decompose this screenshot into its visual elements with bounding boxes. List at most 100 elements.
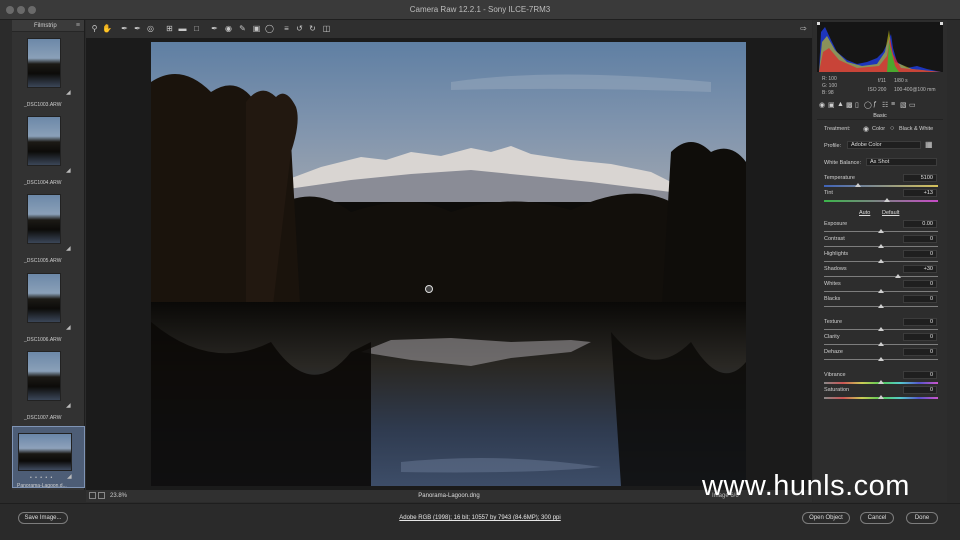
slider-value-field[interactable]: 0 bbox=[903, 333, 937, 341]
filmstrip-menu-icon[interactable]: ≡ bbox=[76, 22, 80, 29]
slider-value-field[interactable]: 0 bbox=[903, 280, 937, 288]
slider-label: Exposure bbox=[824, 221, 848, 227]
rotate-left-icon[interactable]: ↺ bbox=[295, 24, 304, 33]
red-eye-icon[interactable]: ◉ bbox=[224, 24, 233, 33]
tone-curve-tab-icon[interactable]: ▣ bbox=[828, 101, 835, 109]
filmstrip-item[interactable]: ◢ _DSC1007.ARW bbox=[12, 347, 85, 425]
crop-tool-icon[interactable]: ⊞ bbox=[165, 24, 174, 33]
zoom-tool-icon[interactable]: ⚲ bbox=[90, 24, 99, 33]
trash-icon[interactable]: ◫ bbox=[322, 24, 331, 33]
radial-filter-icon[interactable]: ◯ bbox=[265, 24, 274, 33]
profile-select[interactable]: Adobe Color bbox=[847, 141, 921, 149]
filmstrip-item[interactable]: ◢ _DSC1003.ARW bbox=[12, 34, 85, 112]
edited-badge-icon: ◢ bbox=[66, 403, 71, 409]
profile-browser-icon[interactable]: ▦ bbox=[925, 140, 933, 149]
color-sampler-icon[interactable]: ✒ bbox=[133, 24, 142, 33]
rotate-right-icon[interactable]: ↻ bbox=[308, 24, 317, 33]
preferences-icon[interactable]: ≡ bbox=[282, 24, 291, 33]
histogram bbox=[817, 22, 943, 72]
white-balance-select[interactable]: As Shot bbox=[866, 158, 937, 166]
slider-handle[interactable] bbox=[895, 274, 902, 278]
lens-tab-icon[interactable]: ◯ bbox=[864, 101, 872, 109]
slider-value-field[interactable]: 0 bbox=[903, 348, 937, 356]
slider-handle[interactable] bbox=[878, 342, 884, 346]
slider-value-field[interactable]: 0 bbox=[903, 386, 937, 394]
slider-handle[interactable] bbox=[878, 395, 884, 399]
slider-handle[interactable] bbox=[878, 244, 884, 248]
star-rating[interactable]: • • • • • bbox=[30, 475, 53, 481]
basic-tab-icon[interactable]: ◉ bbox=[819, 101, 825, 109]
slider-value-field[interactable]: 0 bbox=[903, 371, 937, 379]
slider-label: Dehaze bbox=[824, 349, 843, 355]
slider-label: Highlights bbox=[824, 251, 849, 257]
slider-handle[interactable] bbox=[855, 183, 862, 187]
slider-value-field[interactable]: +13 bbox=[903, 189, 937, 197]
spot-removal-icon[interactable]: ✒ bbox=[210, 24, 219, 33]
treatment-bw-label[interactable]: Black & White bbox=[899, 126, 933, 132]
white-balance-tool-icon[interactable]: ✒ bbox=[120, 24, 129, 33]
detail-tab-icon[interactable]: ▲ bbox=[837, 101, 844, 108]
slider-handle[interactable] bbox=[878, 380, 884, 384]
adjustment-panel: R: 100 G: 100 B: 98 f/11 1/80 s ISO 200 … bbox=[813, 20, 947, 502]
blue-value: B: 98 bbox=[822, 90, 834, 96]
cancel-button[interactable]: Cancel bbox=[860, 512, 894, 524]
slider-value-field[interactable]: 5100 bbox=[903, 174, 937, 182]
transform-tool-icon[interactable]: □ bbox=[192, 24, 201, 33]
radio-bw-icon[interactable]: ○ bbox=[890, 125, 894, 132]
auto-link[interactable]: Auto bbox=[859, 210, 870, 216]
open-object-button[interactable]: Open Object bbox=[802, 512, 850, 524]
histogram-graph bbox=[817, 22, 943, 72]
slider-value-field[interactable]: +30 bbox=[903, 265, 937, 273]
slider-handle[interactable] bbox=[878, 304, 884, 308]
filmstrip-panel: Filmstrip ≡ ◢ _DSC1003.ARW ◢ _DSC1004.AR… bbox=[12, 20, 85, 490]
filmstrip-title: Filmstrip bbox=[34, 23, 57, 29]
slider-track[interactable] bbox=[824, 276, 938, 277]
graduated-filter-icon[interactable]: ▣ bbox=[252, 24, 261, 33]
calibration-tab-icon[interactable]: ☷ bbox=[882, 101, 888, 109]
filmstrip-item[interactable]: ◢ _DSC1006.ARW bbox=[12, 269, 85, 347]
slider-handle[interactable] bbox=[878, 327, 884, 331]
thumbnail-label: _DSC1004.ARW bbox=[24, 180, 62, 186]
adjustment-brush-icon[interactable]: ✎ bbox=[238, 24, 247, 33]
slider-track[interactable] bbox=[824, 200, 938, 202]
tool-bar: ⚲ ✋ ✒ ✒ ◎ ⊞ ▬ □ ✒ ◉ ✎ ▣ ◯ ≡ ↺ ↻ ◫ ⇨ bbox=[86, 20, 812, 38]
slider-label: Tint bbox=[824, 190, 833, 196]
slider-label: Whites bbox=[824, 281, 841, 287]
snapshots-tab-icon[interactable]: ▧ bbox=[900, 101, 907, 109]
straighten-tool-icon[interactable]: ▬ bbox=[178, 24, 187, 33]
crosshair-cursor-icon bbox=[425, 285, 433, 293]
presets-tab-icon[interactable]: ≡ bbox=[891, 101, 895, 108]
edited-badge-icon: ◢ bbox=[66, 246, 71, 252]
default-link[interactable]: Default bbox=[882, 210, 899, 216]
watermark: www.hunls.com bbox=[702, 470, 910, 502]
slider-track[interactable] bbox=[824, 185, 938, 187]
targeted-adjust-icon[interactable]: ◎ bbox=[146, 24, 155, 33]
filmstrip-item[interactable]: ◢ _DSC1005.ARW bbox=[12, 190, 85, 268]
filmstrip-item[interactable]: ◢ _DSC1004.ARW bbox=[12, 112, 85, 190]
hand-tool-icon[interactable]: ✋ bbox=[102, 24, 112, 33]
slider-handle[interactable] bbox=[878, 229, 884, 233]
fullscreen-icon[interactable]: ⇨ bbox=[799, 24, 808, 33]
radio-color-icon[interactable]: ◉ bbox=[863, 125, 869, 133]
slider-value-field[interactable]: 0 bbox=[903, 250, 937, 258]
slider-handle[interactable] bbox=[878, 289, 884, 293]
slider-value-field[interactable]: 0.00 bbox=[903, 220, 937, 228]
slider-handle[interactable] bbox=[878, 259, 884, 263]
effects-tab-icon[interactable]: ƒ bbox=[873, 101, 877, 108]
treatment-color-label[interactable]: Color bbox=[872, 126, 885, 132]
hsl-tab-icon[interactable]: ▩ bbox=[846, 101, 853, 109]
slider-value-field[interactable]: 0 bbox=[903, 318, 937, 326]
slider-value-field[interactable]: 0 bbox=[903, 295, 937, 303]
thumbnail-label: _DSC1006.ARW bbox=[24, 337, 62, 343]
filmstrip-item-selected[interactable]: • • • • • ◢ Panorama-Lagoon.d... bbox=[12, 426, 85, 489]
slider-value-field[interactable]: 0 bbox=[903, 235, 937, 243]
edited-badge-icon: ◢ bbox=[67, 474, 72, 480]
photo-preview[interactable] bbox=[151, 42, 746, 486]
slider-handle[interactable] bbox=[878, 357, 884, 361]
slider-handle[interactable] bbox=[883, 198, 890, 202]
done-button[interactable]: Done bbox=[906, 512, 938, 524]
filmstrip-header: Filmstrip ≡ bbox=[12, 20, 84, 32]
split-toning-tab-icon[interactable]: ▯ bbox=[855, 101, 859, 109]
slider-label: Texture bbox=[824, 319, 843, 325]
menu-tab-icon[interactable]: ▭ bbox=[909, 101, 916, 109]
